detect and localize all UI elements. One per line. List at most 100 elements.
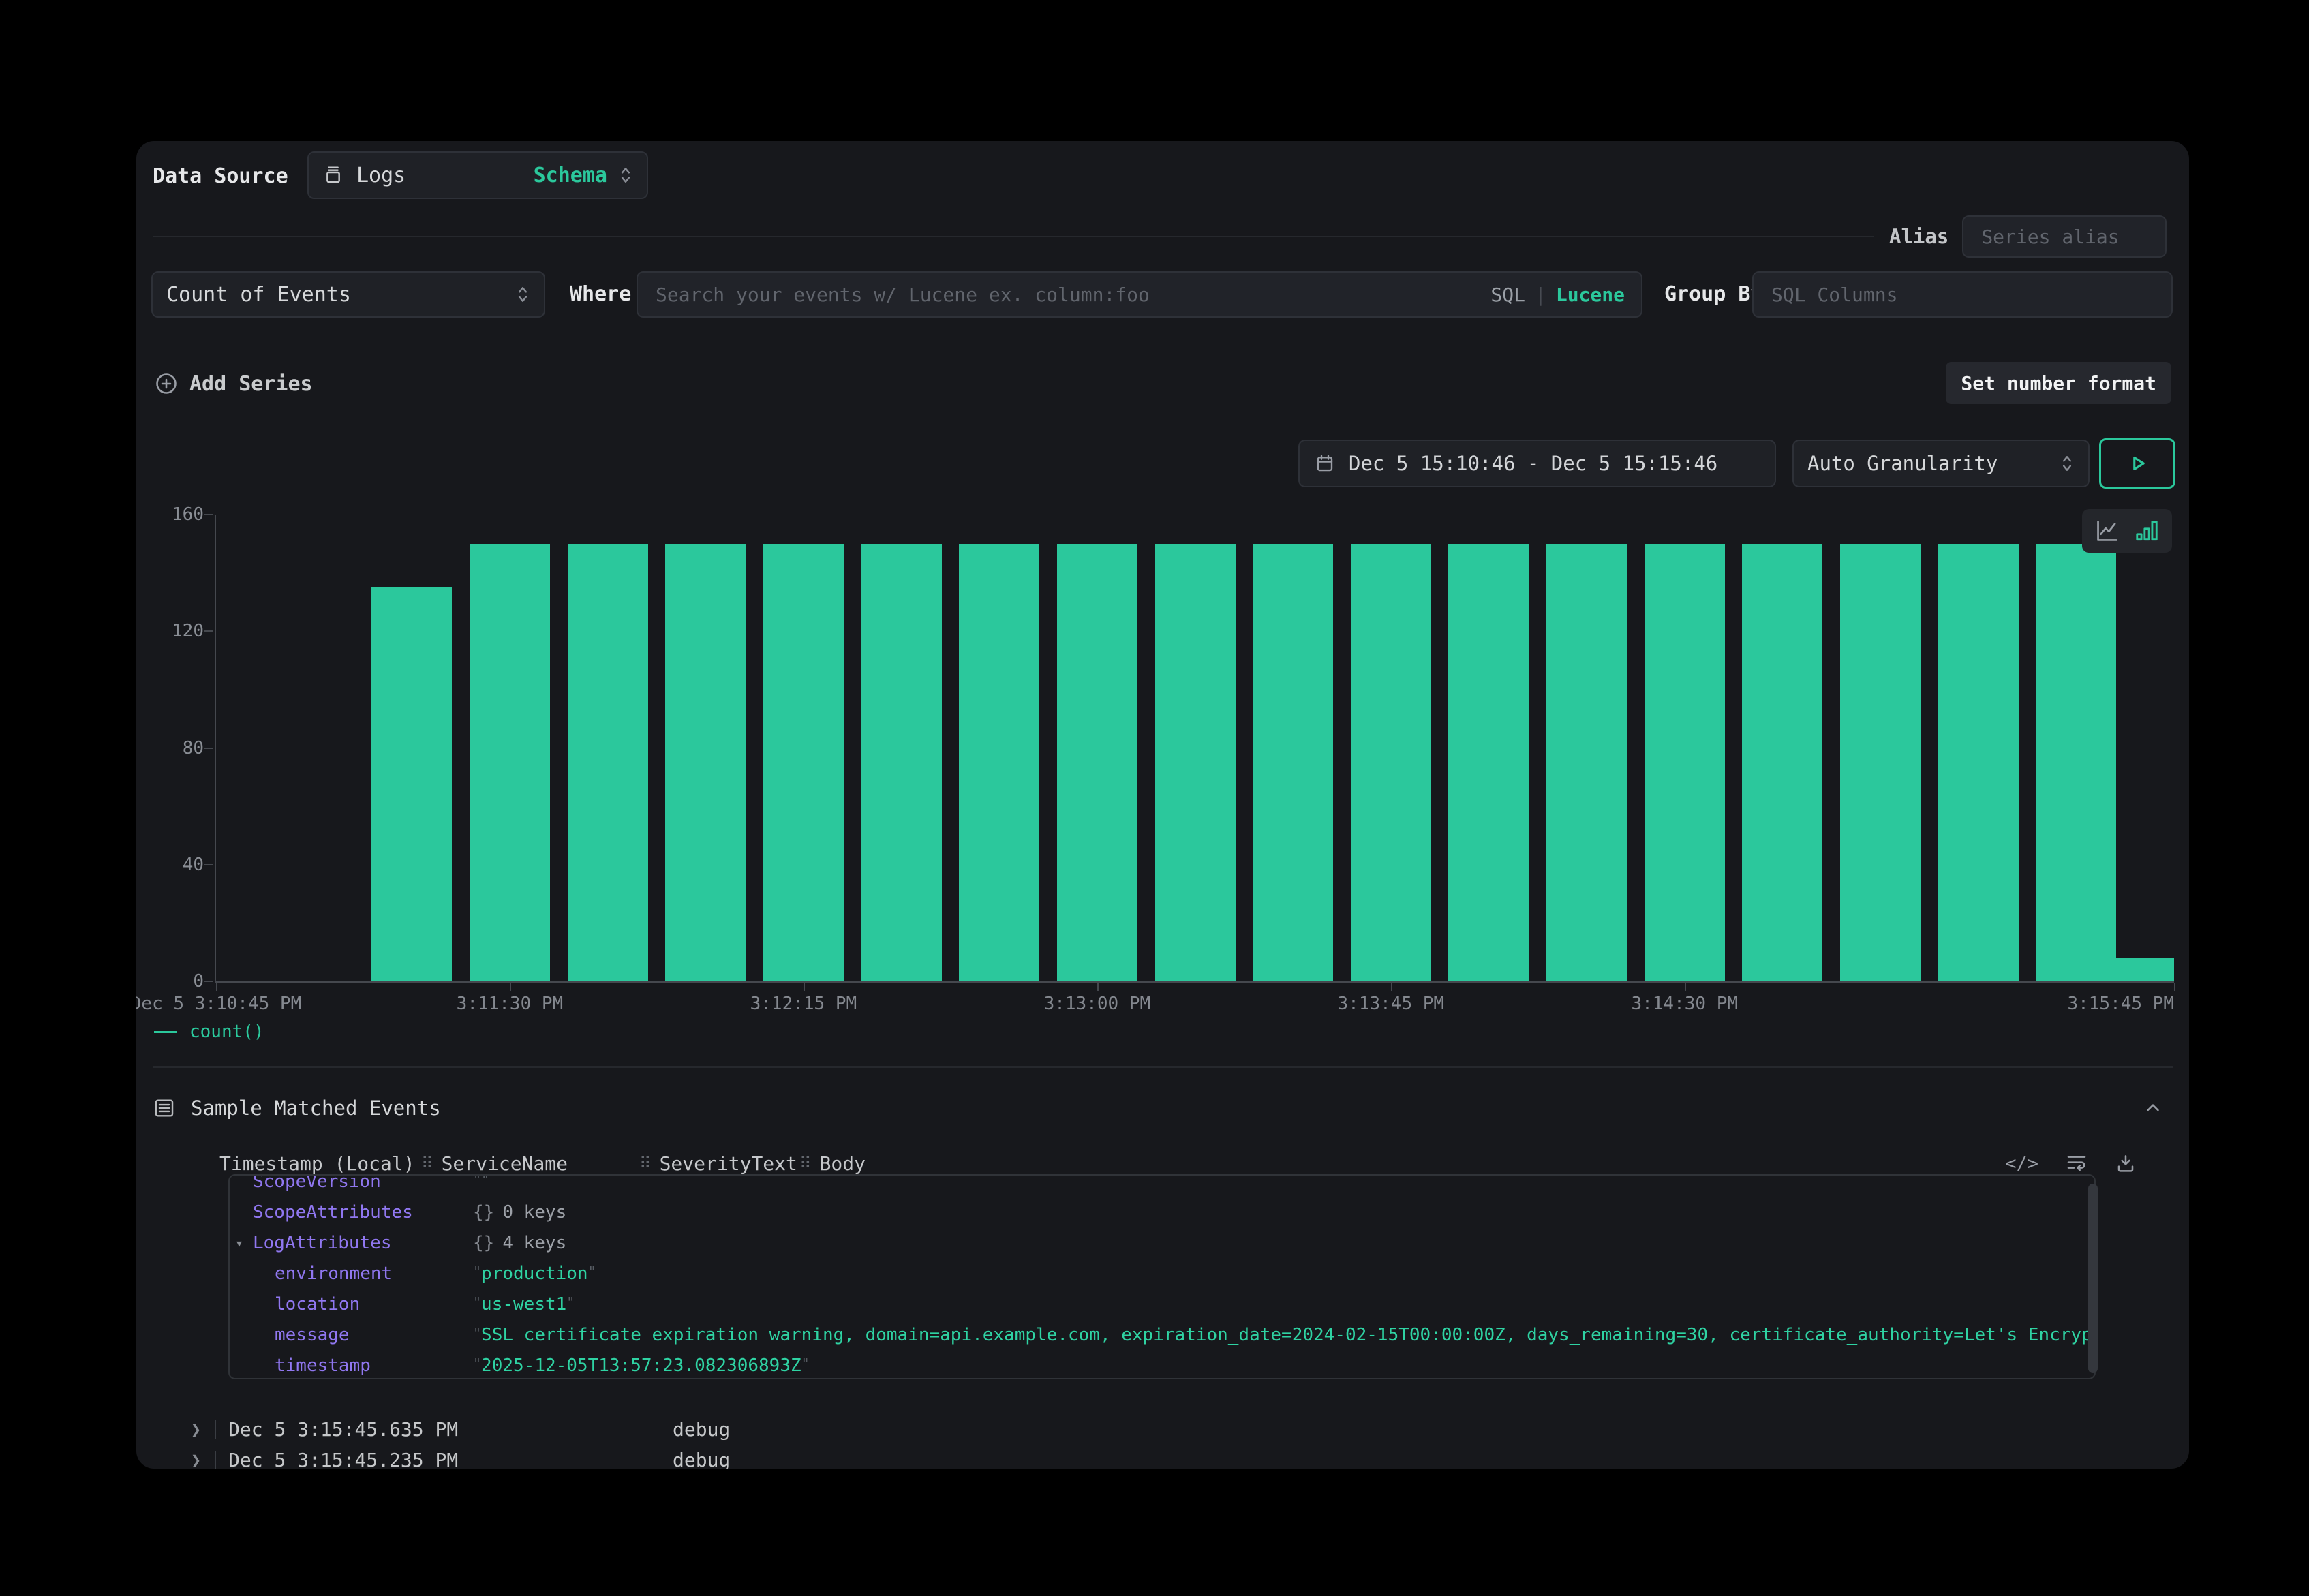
key-count: 4 keys (502, 1233, 566, 1253)
expand-chevron-icon[interactable]: ❯ (153, 1419, 201, 1439)
group-by-input[interactable] (1770, 283, 2155, 307)
chart-bar[interactable] (1155, 544, 1236, 981)
drag-handle-icon[interactable]: ⠿ (639, 1154, 652, 1173)
chart-bar[interactable] (371, 587, 452, 981)
chart-bar[interactable] (1645, 544, 1725, 981)
code-icon[interactable]: </> (2005, 1153, 2038, 1174)
attribute-row: timestamp"2025-12-05T13:57:23.082306893Z… (230, 1350, 2094, 1379)
chart-bar[interactable] (1546, 544, 1627, 981)
play-icon (2126, 452, 2149, 475)
alias-input-box (1962, 215, 2167, 258)
event-severity: debug (673, 1449, 730, 1469)
lucene-mode-toggle[interactable]: Lucene (1556, 283, 1625, 306)
run-query-button[interactable] (2099, 438, 2175, 489)
column-header-label: Timestamp (Local) (219, 1152, 415, 1175)
x-axis-tick-label: 3:15:45 PM (2067, 994, 2174, 1014)
chevron-up-down-icon (515, 283, 530, 306)
download-icon[interactable] (2115, 1152, 2137, 1174)
aggregation-value: Count of Events (166, 283, 351, 307)
drag-handle-icon[interactable]: ⠿ (421, 1154, 433, 1173)
alias-group: Alias (1889, 215, 2167, 258)
calendar-icon (1315, 453, 1335, 474)
sql-mode-toggle[interactable]: SQL (1490, 283, 1525, 306)
chart-bar[interactable] (1742, 544, 1822, 981)
attribute-key: ▾LogAttributes (230, 1233, 473, 1253)
attribute-row[interactable]: ▾LogAttributes{} 4 keys (230, 1227, 2094, 1258)
granularity-value: Auto Granularity (1807, 452, 1998, 475)
event-row[interactable]: ❯ Dec 5 3:15:45.235 PM debug (153, 1445, 2173, 1469)
chart-bar[interactable] (2036, 544, 2116, 981)
y-axis-tick (204, 864, 213, 865)
text-wrap-icon[interactable] (2066, 1152, 2088, 1174)
events-divider (153, 1066, 2173, 1068)
y-axis-tick (204, 981, 213, 982)
expand-chevron-icon[interactable]: ❯ (153, 1450, 201, 1469)
event-timestamp: Dec 5 3:15:45.235 PM (228, 1449, 458, 1469)
search-box: SQL | Lucene (637, 271, 1642, 318)
braces-icon: {} (473, 1233, 494, 1253)
x-axis-tick (1391, 983, 1392, 991)
attribute-value: "" (473, 1174, 2094, 1192)
search-input[interactable] (654, 283, 1490, 307)
attribute-key: ScopeVersion (230, 1174, 473, 1192)
chart-bar[interactable] (1253, 544, 1333, 981)
add-series-button[interactable]: Add Series (154, 365, 313, 403)
collapse-chevron-up-icon[interactable] (2143, 1098, 2163, 1118)
chart-bar[interactable] (959, 544, 1039, 981)
x-axis-tick (216, 983, 217, 991)
chart-bar[interactable] (1840, 544, 1921, 981)
x-axis-tick (510, 983, 511, 991)
screen: Data Source Logs Schema Alias C (0, 0, 2309, 1596)
attribute-value: {} 4 keys (473, 1233, 2094, 1253)
header-divider (153, 236, 1874, 237)
chart-bar[interactable] (568, 544, 648, 981)
attribute-value: {} 0 keys (473, 1202, 2094, 1223)
column-header-label: SeverityText (660, 1152, 797, 1175)
events-scrollbar[interactable] (2088, 1184, 2098, 1373)
attribute-key: message (230, 1325, 473, 1345)
chart-bar[interactable] (1938, 544, 2019, 981)
attribute-row[interactable]: ScopeAttributes{}0 keys (230, 1197, 2094, 1227)
legend-series-label[interactable]: count() (189, 1022, 264, 1042)
logs-stack-icon (322, 164, 344, 186)
x-axis-tick (1097, 983, 1099, 991)
granularity-select[interactable]: Auto Granularity (1792, 440, 2090, 487)
attribute-key: location (230, 1294, 473, 1315)
chart-bar[interactable] (470, 544, 550, 981)
key-count: 0 keys (502, 1202, 566, 1223)
chart-bar[interactable] (1057, 544, 1137, 981)
legend-dash-icon (154, 1031, 177, 1033)
time-range-picker[interactable]: Dec 5 15:10:46 - Dec 5 15:15:46 (1298, 440, 1776, 487)
drag-handle-icon[interactable]: ⠿ (799, 1154, 812, 1173)
list-icon (153, 1096, 176, 1120)
y-axis-tick-label: 120 (147, 621, 204, 641)
braces-icon: {} (473, 1202, 494, 1223)
chart-bar[interactable] (2094, 958, 2174, 981)
attribute-row: message"SSL certificate expiration warni… (230, 1319, 2094, 1350)
aggregation-select[interactable]: Count of Events (151, 271, 545, 318)
data-source-value: Logs (356, 164, 406, 187)
chart-bar[interactable] (1351, 544, 1431, 981)
chart-bar[interactable] (763, 544, 844, 981)
x-axis-tick (2174, 983, 2175, 991)
bar-chart-icon[interactable] (2134, 518, 2160, 544)
expander-open-icon[interactable]: ▾ (235, 1235, 253, 1251)
x-axis-tick-label: Dec 5 3:10:45 PM (136, 994, 301, 1014)
chart-plot: 04080120160Dec 5 3:10:45 PM3:11:30 PM3:1… (215, 515, 2174, 983)
y-axis-tick (204, 514, 213, 515)
y-axis-tick-label: 40 (147, 855, 204, 875)
attribute-value: "SSL certificate expiration warning, dom… (473, 1325, 2094, 1345)
attribute-row: location"us-west1" (230, 1289, 2094, 1319)
events-header: Sample Matched Events (153, 1088, 2173, 1128)
line-chart-icon[interactable] (2094, 518, 2120, 544)
chart-bar[interactable] (861, 544, 942, 981)
chart-bar[interactable] (665, 544, 746, 981)
chart-bar[interactable] (1448, 544, 1529, 981)
set-number-format-button[interactable]: Set number format (1946, 362, 2171, 404)
alias-input[interactable] (1980, 225, 2149, 249)
x-axis-tick-label: 3:13:45 PM (1338, 994, 1445, 1014)
event-row[interactable]: ❯Dec 5 3:15:45.635 PMdebug (153, 1414, 2173, 1445)
chevron-up-down-icon (618, 164, 633, 187)
attribute-key: environment (230, 1263, 473, 1284)
data-source-select[interactable]: Logs Schema (307, 151, 648, 199)
